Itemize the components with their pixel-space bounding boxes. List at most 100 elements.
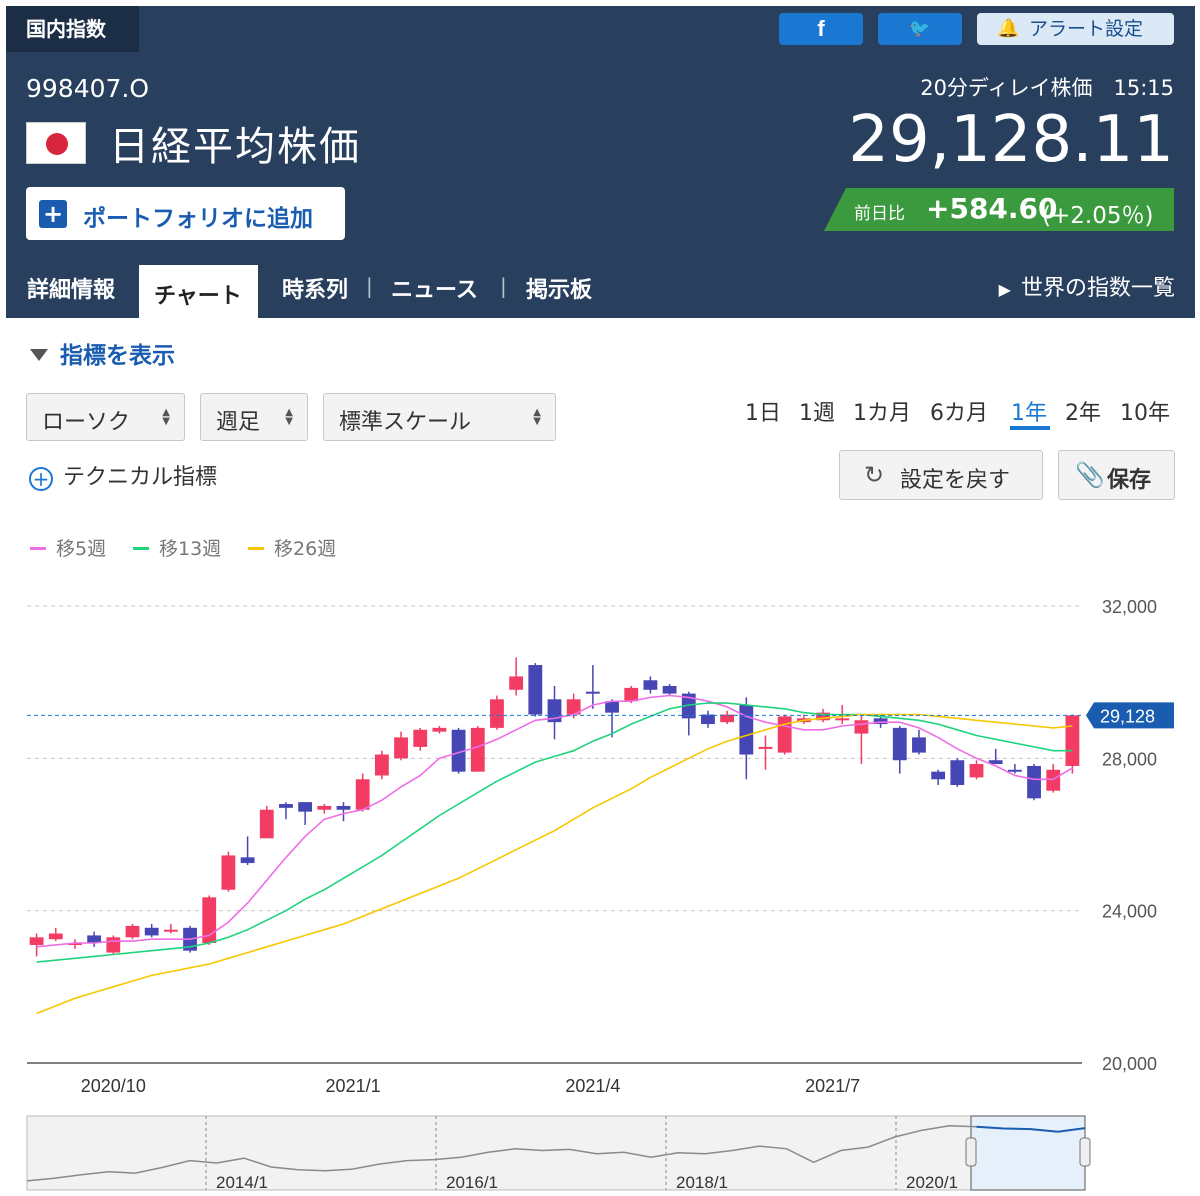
candle-body (470, 727, 485, 772)
index-name: 日経平均株価 (109, 124, 361, 170)
period-1d[interactable]: 1日 (745, 395, 781, 427)
world-indices-link[interactable]: ▶ 世界の指数一覧 (999, 270, 1175, 302)
alert-settings-button[interactable]: 🔔 アラート設定 (977, 13, 1174, 45)
x-tick-label: 2021/7 (805, 1076, 860, 1096)
candle-down (912, 729, 926, 755)
ma26-swatch (248, 547, 264, 550)
chart-type-select[interactable]: ローソク ▲ ▼ (26, 393, 185, 441)
candle-body (969, 764, 984, 778)
period-1y[interactable]: 1年 (1011, 395, 1047, 427)
quote-header: 国内指数 f 🐦 🔔 アラート設定 998407.O 日経平均株価 + ポートフォリ… (6, 6, 1195, 318)
legend-ma5: 移5週 (30, 534, 106, 561)
candle-body (279, 804, 293, 808)
candle-up (394, 731, 408, 761)
change-badge: 前日比 +584.60 (+2.05％) (824, 188, 1174, 231)
tab-news[interactable]: ニュース (391, 272, 478, 304)
chart-type-value: ローソク (42, 410, 131, 435)
tab-details[interactable]: 詳細情報 (27, 272, 115, 304)
tab-board[interactable]: 掲示板 (526, 272, 592, 304)
candle-up (777, 714, 792, 755)
updown-arrow-icon: ▲ ▼ (533, 407, 541, 427)
candle-body (739, 705, 754, 755)
candle-body (432, 727, 447, 732)
period-1m[interactable]: 1カ月 (853, 395, 911, 427)
candle-down (240, 836, 255, 865)
candle-up (432, 725, 447, 734)
save-label: 保存 (1107, 468, 1152, 493)
page: 国内指数 f 🐦 🔔 アラート設定 998407.O 日経平均株価 + ポートフォリ… (0, 0, 1200, 1196)
candle-body (1046, 769, 1061, 791)
candle-down (336, 802, 351, 822)
candle-up (317, 804, 332, 814)
candle-body (490, 699, 504, 728)
current-price: 29,128.11 (848, 103, 1174, 177)
plus-circle-icon: + (29, 467, 53, 491)
y-tick-label: 32,000 (1102, 597, 1157, 617)
candle-body (758, 746, 773, 749)
candle-down (87, 931, 102, 947)
tab-timeseries[interactable]: 時系列 (282, 272, 348, 304)
candle-body (854, 720, 869, 734)
candle-down (298, 802, 313, 825)
candle-body (624, 687, 639, 702)
candle-body (29, 937, 44, 945)
legend-ma26: 移26週 (248, 534, 336, 561)
facebook-share-button[interactable]: f (779, 13, 863, 45)
scale-value: 標準スケール (339, 410, 472, 435)
candle-up (509, 657, 524, 696)
candle-body (48, 933, 63, 940)
candle-body (912, 737, 926, 753)
tab-chart[interactable]: チャート (139, 265, 258, 318)
navigator-label: 2016/1 (446, 1173, 498, 1192)
y-tick-label: 24,000 (1102, 902, 1157, 922)
candle-body (585, 691, 600, 694)
tab-separator: | (500, 274, 507, 298)
candle-up (374, 750, 389, 780)
legend-ma13-label: 移13週 (159, 538, 222, 560)
interval-select[interactable]: 週足 ▲ ▼ (200, 393, 308, 441)
reset-settings-button[interactable]: ↻ 設定を戻す (839, 450, 1043, 500)
tab-separator: | (366, 274, 373, 298)
twitter-share-button[interactable]: 🐦 (878, 13, 962, 45)
candle-down (701, 710, 715, 728)
candle-body (374, 754, 389, 776)
candle-down (931, 769, 946, 785)
navigator-handle[interactable] (965, 1137, 977, 1167)
navigator-handle[interactable] (1079, 1137, 1091, 1167)
period-10y[interactable]: 10年 (1120, 395, 1170, 427)
indicator-toggle[interactable]: 指標を表示 (30, 336, 175, 370)
candle-down (1027, 764, 1041, 801)
candle-body (777, 716, 792, 753)
candle-body (1027, 765, 1041, 799)
category-tab[interactable]: 国内指数 (6, 6, 139, 52)
price-chart[interactable]: 20,000 24,000 28,000 32,000 2020/10 2021/1 202… (0, 570, 1200, 1196)
legend-ma5-label: 移5週 (56, 538, 107, 560)
play-icon: ▶ (998, 280, 1011, 299)
candle-body (336, 805, 351, 810)
candle-down (662, 684, 677, 696)
period-2y[interactable]: 2年 (1065, 395, 1101, 427)
technical-indicator-button[interactable]: + テクニカル指標 (29, 459, 217, 491)
y-tick-label: 20,000 (1102, 1054, 1157, 1074)
candle-down (144, 923, 159, 938)
scale-select[interactable]: 標準スケール ▲ ▼ (323, 393, 556, 441)
last-price-label: 29,128 (1100, 706, 1155, 726)
candle-up (106, 935, 121, 955)
candle-down (1007, 764, 1022, 774)
navigator-label: 2020/1 (906, 1173, 958, 1192)
save-button[interactable]: 📎 保存 (1058, 450, 1175, 500)
period-1w[interactable]: 1週 (799, 395, 835, 427)
candle-body (1065, 715, 1080, 766)
navigator-label: 2014/1 (216, 1173, 268, 1192)
candle-down (528, 663, 543, 717)
plus-icon: + (39, 200, 67, 228)
change-label: 前日比 (854, 204, 905, 224)
reset-label: 設定を戻す (900, 468, 1011, 493)
refresh-icon: ↻ (864, 461, 885, 489)
candle-body (163, 929, 178, 932)
candle-up (413, 727, 428, 751)
candle-body (240, 857, 255, 864)
add-to-portfolio-button[interactable]: + ポートフォリオに追加 (26, 187, 345, 240)
period-6m[interactable]: 6カ月 (930, 395, 988, 427)
candle-body (394, 737, 408, 759)
